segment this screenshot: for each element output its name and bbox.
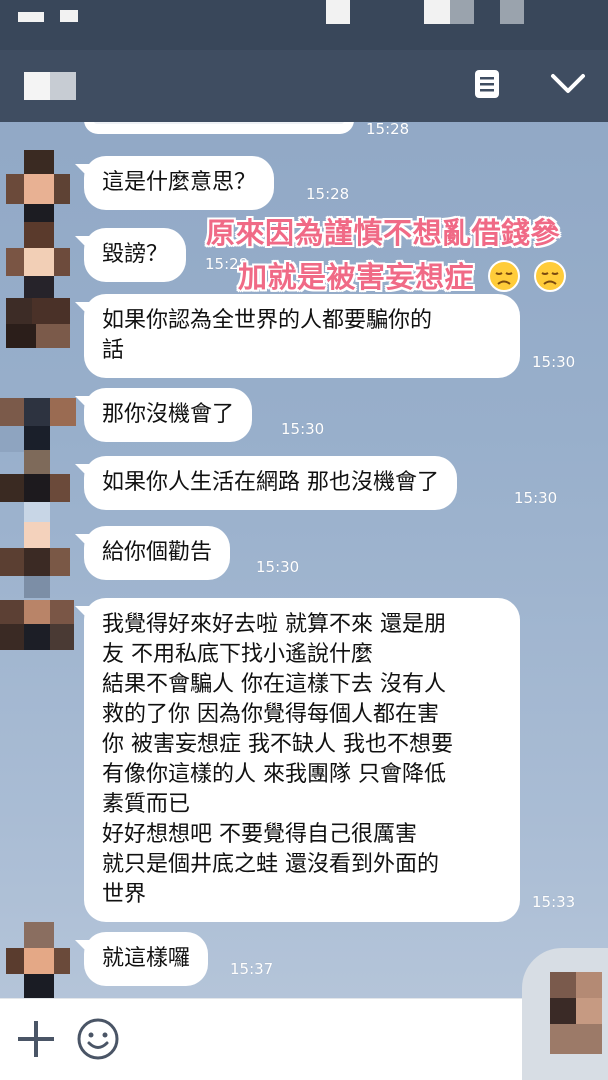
message-bubble[interactable]: 給你個勸告 (84, 526, 231, 580)
chat-message-list[interactable]: 15:28 這是什麼意思？ 15:28 毀謗？ 15:28 原來因為謹慎不想亂借… (0, 122, 608, 998)
avatar[interactable] (6, 222, 70, 298)
message-time: 15:33 (532, 893, 576, 911)
message-bubble[interactable]: 如果你人生活在網路 那也沒機會了 (84, 456, 457, 510)
avatar[interactable] (0, 450, 70, 526)
message-bubble[interactable]: 毀謗？ (84, 228, 187, 282)
avatar[interactable] (6, 298, 70, 374)
message-time: 15:37 (230, 960, 274, 978)
message-time: 15:28 (366, 122, 410, 138)
floating-avatar-redacted[interactable] (522, 948, 608, 1080)
message-time: 15:28 (306, 185, 350, 203)
status-signal-redacted (18, 12, 44, 22)
avatar[interactable] (6, 150, 70, 226)
disappointed-face-icon (487, 260, 520, 292)
message-text: 給你個勸告 (102, 540, 213, 565)
avatar[interactable] (6, 922, 70, 998)
status-battery-redacted (500, 0, 524, 24)
status-bar (0, 0, 608, 50)
message-time: 15:30 (532, 353, 576, 371)
avatar[interactable] (0, 522, 70, 598)
message-bubble[interactable]: 就這樣囉 (84, 932, 209, 986)
status-icon-redacted (424, 0, 450, 24)
menu-list-icon[interactable] (473, 68, 501, 100)
message-bubble[interactable]: 這是什麼意思？ (84, 156, 275, 210)
message-text: 就這樣囉 (102, 946, 191, 971)
message-text: 毀謗？ (102, 242, 169, 267)
smile-icon[interactable] (76, 1017, 120, 1061)
overlay-caption-line1: 原來因為謹慎不想亂借錢參 (206, 216, 561, 250)
message-text: 如果你人生活在網路 那也沒機會了 (102, 470, 439, 495)
message-time: 15:30 (256, 558, 300, 576)
status-icon-redacted (326, 0, 350, 24)
disappointed-face-icon (534, 260, 567, 292)
message-bubble[interactable]: 那你沒機會了 (84, 388, 253, 442)
status-icon-redacted (60, 10, 78, 22)
overlay-caption-line2: 加就是被害妄想症 (238, 254, 567, 296)
message-text: 這是什麼意思？ (102, 170, 257, 195)
message-text: 如果你認為全世界的人都要騙你的 話 (102, 308, 433, 363)
chevron-down-icon[interactable] (550, 72, 586, 96)
clipped-message-bubble (84, 122, 354, 134)
message-text: 我覺得好來好去啦 就算不來 還是朋 友 不用私底下找小遙說什麼 結果不會騙人 你… (102, 612, 453, 907)
message-bubble[interactable]: 我覺得好來好去啦 就算不來 還是朋 友 不用私底下找小遙說什麼 結果不會騙人 你… (84, 598, 520, 922)
message-bubble[interactable]: 如果你認為全世界的人都要騙你的 話 (84, 294, 520, 378)
plus-icon[interactable] (16, 1019, 56, 1059)
message-text: 那你沒機會了 (102, 402, 235, 427)
message-input-bar (0, 998, 608, 1080)
message-time: 15:30 (514, 489, 558, 507)
message-time: 15:30 (281, 420, 325, 438)
status-icon-redacted (450, 0, 474, 24)
avatar[interactable] (0, 600, 74, 676)
chat-title-redacted (24, 72, 76, 100)
chat-header (0, 50, 608, 122)
